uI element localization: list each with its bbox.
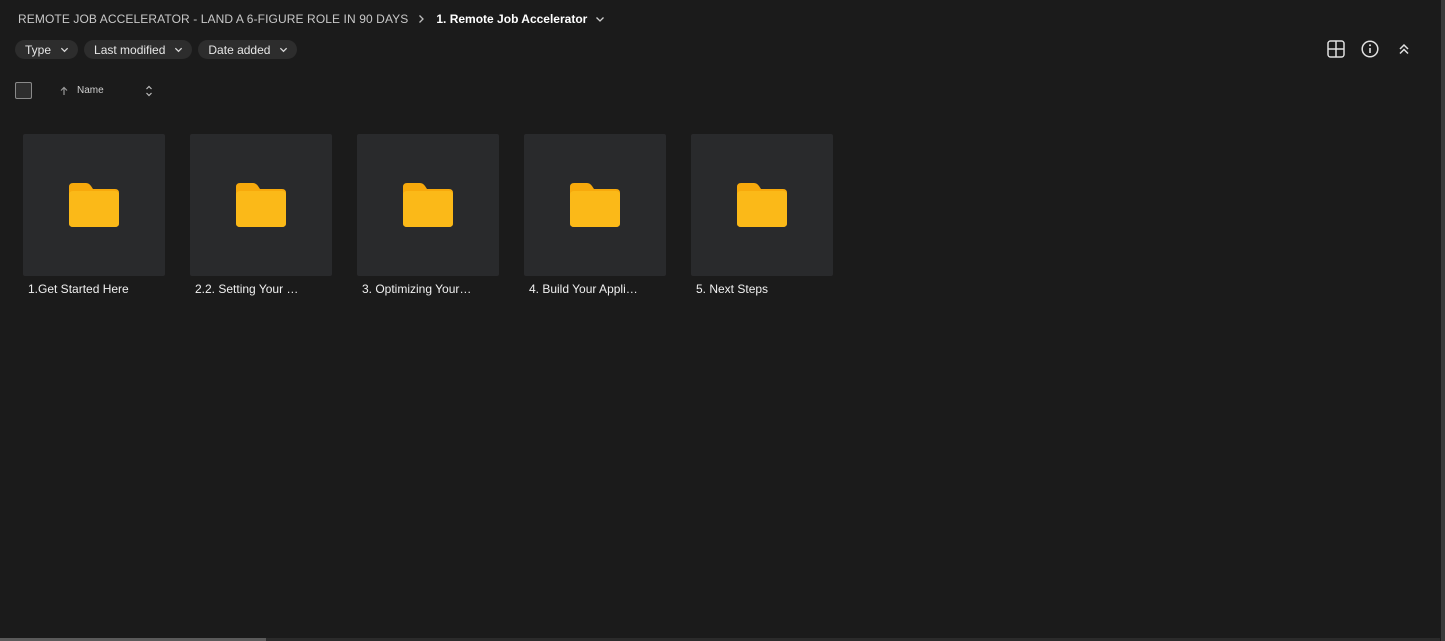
sort-toggle-icon[interactable]	[144, 84, 154, 98]
folder-icon	[69, 183, 119, 227]
breadcrumb-root[interactable]: REMOTE JOB ACCELERATOR - LAND A 6-FIGURE…	[18, 12, 408, 26]
filter-type-button[interactable]: Type	[15, 40, 79, 59]
folder-icon	[236, 183, 286, 227]
folder-tile[interactable]: 3. Optimizing Your '...	[357, 134, 499, 296]
select-all-checkbox[interactable]	[15, 82, 32, 99]
name-column-header[interactable]: Name	[77, 85, 104, 96]
chevron-down-icon	[60, 45, 69, 54]
folder-icon	[737, 183, 787, 227]
list-header: Name	[15, 82, 154, 99]
folder-tile[interactable]: 1.Get Started Here	[23, 134, 165, 296]
folder-icon	[403, 183, 453, 227]
view-toolbar	[1325, 38, 1415, 60]
folder-name: 1.Get Started Here	[28, 282, 129, 296]
arrow-up-icon	[59, 86, 69, 96]
filter-type-label: Type	[25, 42, 52, 57]
folder-tile[interactable]: 4. Build Your Applic...	[524, 134, 666, 296]
filter-date-added-button[interactable]: Date added	[198, 40, 298, 59]
grid-view-icon[interactable]	[1325, 38, 1347, 60]
folder-tile[interactable]: 5. Next Steps	[691, 134, 833, 296]
folder-grid: 1.Get Started Here 2.2. Setting Your St.…	[23, 134, 833, 296]
vertical-scrollbar[interactable]	[1441, 0, 1445, 641]
folder-thumbnail	[691, 134, 833, 276]
filter-date-added-label: Date added	[208, 42, 271, 57]
breadcrumb: REMOTE JOB ACCELERATOR - LAND A 6-FIGURE…	[18, 10, 605, 28]
folder-tile[interactable]: 2.2. Setting Your St...	[190, 134, 332, 296]
chevron-right-icon	[416, 14, 426, 24]
info-icon[interactable]	[1359, 38, 1381, 60]
filter-last-modified-label: Last modified	[94, 42, 166, 57]
filter-bar: Type Last modified Date added	[15, 40, 298, 59]
folder-name: 2.2. Setting Your St...	[195, 282, 305, 296]
chevron-down-icon	[279, 45, 288, 54]
breadcrumb-current[interactable]: 1. Remote Job Accelerator	[436, 12, 587, 26]
folder-name: 5. Next Steps	[696, 282, 769, 296]
chevron-down-icon	[174, 45, 183, 54]
folder-thumbnail	[190, 134, 332, 276]
folder-name: 3. Optimizing Your '...	[362, 282, 472, 296]
folder-thumbnail	[524, 134, 666, 276]
folder-thumbnail	[23, 134, 165, 276]
chevron-down-icon[interactable]	[595, 14, 605, 24]
filter-last-modified-button[interactable]: Last modified	[84, 40, 193, 59]
folder-thumbnail	[357, 134, 499, 276]
folder-name: 4. Build Your Applic...	[529, 282, 639, 296]
collapse-icon[interactable]	[1393, 38, 1415, 60]
folder-icon	[570, 183, 620, 227]
